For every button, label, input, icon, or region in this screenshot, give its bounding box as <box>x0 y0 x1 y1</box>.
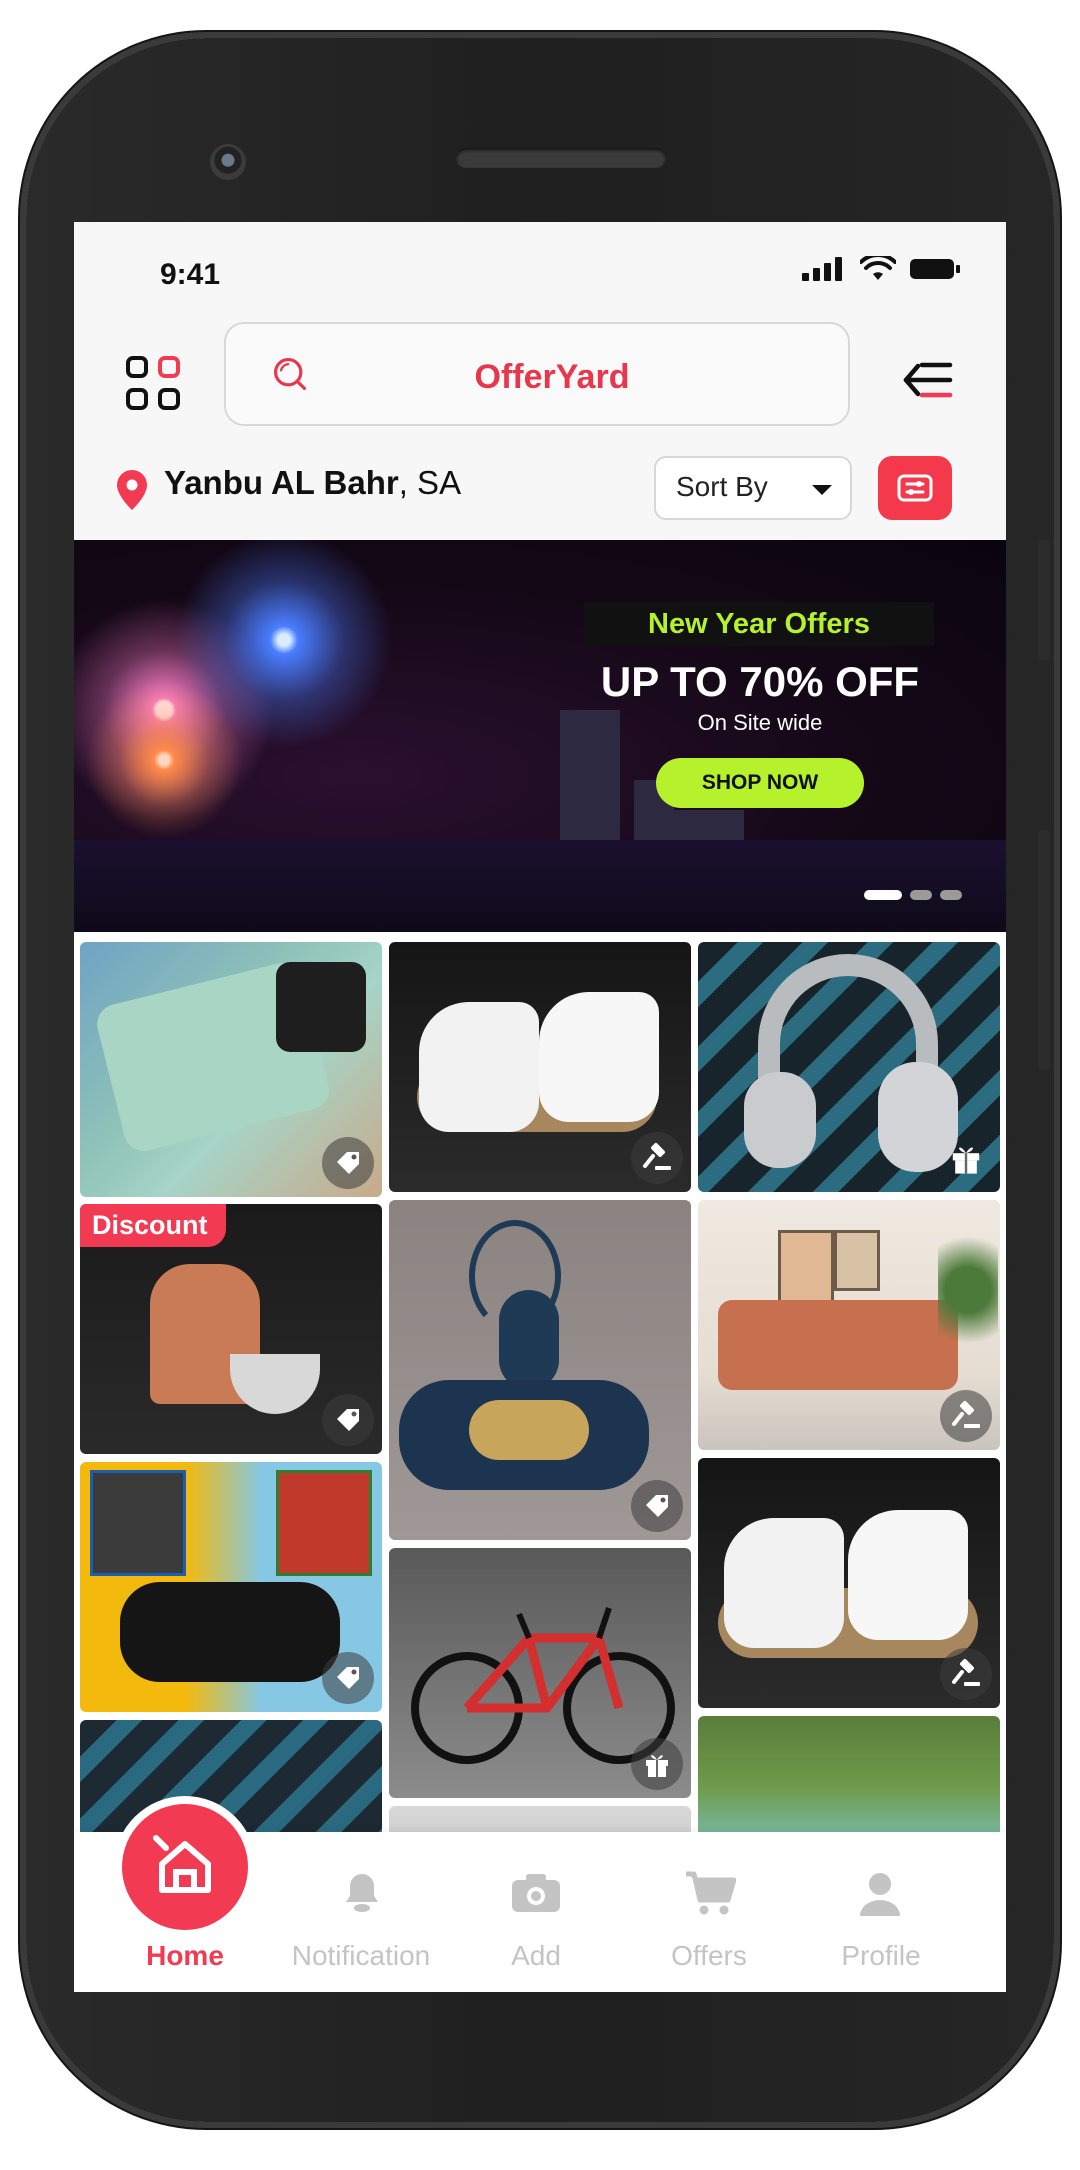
discount-label: Discount <box>80 1204 226 1247</box>
product-image <box>276 1470 372 1576</box>
tile-headphones[interactable] <box>698 942 1000 1192</box>
search-icon <box>274 358 306 390</box>
tile-sneakers[interactable] <box>389 942 691 1192</box>
river-graphic <box>74 840 1006 932</box>
signal-icon <box>802 257 842 281</box>
camera-icon <box>512 1874 560 1912</box>
firework-graphic <box>84 680 244 840</box>
app-header: OfferYard <box>74 312 1006 462</box>
product-image <box>499 1290 559 1390</box>
location-pin-icon <box>117 470 147 510</box>
tag-icon <box>631 1480 683 1532</box>
filter-icon <box>897 474 933 502</box>
banner-subline: On Site wide <box>697 710 823 735</box>
front-camera <box>210 144 246 180</box>
product-image <box>718 1300 958 1390</box>
product-image <box>90 1470 186 1576</box>
product-image <box>230 1354 320 1414</box>
product-image <box>276 962 366 1052</box>
chevron-down-icon <box>812 485 832 495</box>
location-row: Yanbu AL Bahr, SA Sort By <box>74 456 1006 540</box>
tag-icon <box>322 1652 374 1704</box>
bell-icon <box>346 1874 378 1912</box>
tile-phone[interactable] <box>80 942 382 1197</box>
tag-icon <box>322 1137 374 1189</box>
wifi-icon <box>860 256 896 280</box>
sort-label: Sort By <box>676 471 768 502</box>
carousel-dot[interactable] <box>940 890 962 900</box>
tile-sneakers-2[interactable] <box>698 1458 1000 1708</box>
earpiece-speaker <box>456 148 666 168</box>
product-image <box>469 1400 589 1460</box>
product-image <box>938 1220 998 1360</box>
banner-headline: UP TO 70% OFF <box>600 658 920 705</box>
gift-icon <box>631 1738 683 1790</box>
bottom-tab-bar: Home Notification Add Offers Profile <box>74 1804 1006 1992</box>
sort-dropdown[interactable]: Sort By <box>654 456 852 520</box>
shop-now-button[interactable]: SHOP NOW <box>656 758 864 808</box>
tile-sofa[interactable] <box>698 1200 1000 1450</box>
status-bar: 9:41 <box>74 222 1006 312</box>
product-image <box>744 1072 816 1168</box>
product-image <box>539 992 659 1122</box>
gavel-icon <box>940 1648 992 1700</box>
gavel-icon <box>940 1390 992 1442</box>
tab-add[interactable]: Add <box>451 1940 621 1972</box>
location-country: , SA <box>398 464 462 501</box>
tile-deer[interactable] <box>389 1200 691 1540</box>
tab-notification[interactable]: Notification <box>276 1940 446 1972</box>
gift-icon <box>940 1132 992 1184</box>
home-fab-button[interactable] <box>122 1804 248 1930</box>
volume-button <box>1038 830 1050 1070</box>
location-city: Yanbu AL Bahr <box>164 464 399 501</box>
carousel-dot[interactable] <box>910 890 932 900</box>
status-icons <box>802 256 960 282</box>
status-time: 9:41 <box>160 258 221 291</box>
filter-button[interactable] <box>878 456 952 520</box>
side-button <box>1038 540 1050 660</box>
app-screen: 9:41 OfferYard Yanbu AL Bahr, SA Sort By… <box>74 222 1006 1992</box>
tab-home[interactable]: Home <box>100 1940 270 1972</box>
battery-icon <box>910 259 960 279</box>
tab-profile[interactable]: Profile <box>796 1940 966 1972</box>
city-skyline <box>674 810 744 840</box>
tag-icon <box>322 1394 374 1446</box>
product-grid: Discount <box>74 942 1006 1866</box>
product-image <box>848 1510 968 1640</box>
promo-banner[interactable]: New Year Offers UP TO 70% OFF On Site wi… <box>74 540 1006 932</box>
tile-bicycle[interactable] <box>389 1548 691 1798</box>
location-label[interactable]: Yanbu AL Bahr, SA <box>164 464 461 502</box>
product-image <box>834 1230 880 1291</box>
cart-icon <box>686 1871 736 1915</box>
menu-icon[interactable] <box>902 360 954 400</box>
tab-offers[interactable]: Offers <box>624 1940 794 1972</box>
product-image <box>724 1518 844 1648</box>
tile-gamepad[interactable] <box>80 1462 382 1712</box>
tile-mixer[interactable]: Discount <box>80 1204 382 1454</box>
grid-icon[interactable] <box>126 356 186 416</box>
home-icon <box>153 1835 211 1893</box>
user-icon <box>860 1873 900 1916</box>
product-image <box>419 1002 539 1132</box>
product-image <box>778 1230 834 1306</box>
carousel-dots <box>864 890 962 900</box>
search-bar[interactable]: OfferYard <box>224 322 850 426</box>
app-logo: OfferYard <box>474 358 630 396</box>
product-image <box>120 1582 340 1682</box>
gavel-icon <box>631 1132 683 1184</box>
banner-tag: New Year Offers <box>584 602 934 646</box>
carousel-dot-active[interactable] <box>864 890 902 900</box>
